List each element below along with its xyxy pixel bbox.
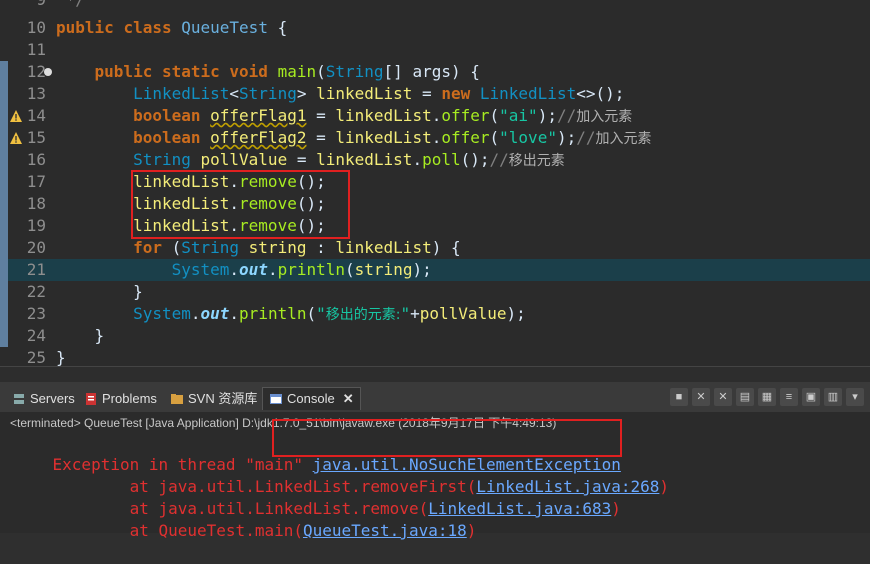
change-marker: [0, 61, 8, 83]
annotation-box: [272, 419, 622, 457]
line-number: 10: [26, 18, 46, 37]
code-text: boolean offerFlag2 = linkedList.offer("l…: [133, 128, 652, 147]
code-text: public class QueueTest {: [56, 18, 288, 37]
code-text: }: [56, 326, 105, 345]
code-line: 16 String pollValue = linkedList.poll();…: [0, 149, 870, 171]
change-marker: [0, 171, 8, 193]
code-line: 12 public static void main(String[] args…: [0, 61, 870, 83]
change-marker: [0, 281, 8, 303]
tab-svn-repositories[interactable]: SVN 资源库: [170, 388, 257, 410]
code-text: public static void main(String[] args) {: [94, 62, 480, 81]
annotation-box: [131, 170, 350, 239]
line-number: 15: [26, 128, 46, 147]
tab-problems[interactable]: Problems: [84, 388, 157, 410]
code-line: 9 */: [0, 0, 870, 11]
servers-icon: [14, 394, 24, 404]
change-marker: [0, 237, 8, 259]
console-icon: [270, 394, 282, 404]
fold-toggle-icon[interactable]: [44, 68, 52, 76]
change-marker: [0, 83, 8, 105]
code-text: System.out.println("移出的元素:"+pollValue);: [133, 304, 526, 323]
change-marker: [0, 149, 8, 171]
line-number: 12: [26, 62, 46, 81]
view-tab-bar: Servers Problems SVN 资源库 Console ✕ ■ ✕ ✕…: [0, 382, 870, 413]
line-number: 17: [26, 172, 46, 191]
source-link[interactable]: QueueTest.java:18: [303, 521, 467, 540]
trace-text: at QueueTest.main(: [52, 521, 303, 540]
open-console-icon[interactable]: ▾: [846, 388, 864, 406]
trace-text: ): [611, 499, 621, 518]
code-text: System.out.println(string);: [171, 260, 432, 279]
tab-label: Servers: [30, 391, 75, 406]
change-marker: [0, 325, 8, 347]
code-line: 25 }: [0, 347, 870, 366]
problems-icon: [86, 393, 96, 405]
line-number: 22: [26, 282, 46, 301]
console-toolbar: ■ ✕ ✕ ▤ ▦ ≡ ▣ ▥ ▾: [670, 388, 864, 406]
change-marker: [0, 259, 8, 281]
change-marker: [0, 303, 8, 325]
current-line-highlight: 21 System.out.println(string);: [0, 259, 870, 281]
terminate-icon[interactable]: ■: [670, 388, 688, 406]
code-text: */: [56, 0, 85, 11]
svn-repository-icon: [171, 394, 183, 404]
pin-console-icon[interactable]: ▣: [802, 388, 820, 406]
code-text: String pollValue = linkedList.poll();//移…: [133, 150, 565, 169]
trace-text: ): [466, 521, 477, 540]
close-icon[interactable]: ✕: [343, 388, 354, 410]
tab-label: Problems: [102, 391, 157, 406]
code-text: for (String string : linkedList) {: [133, 238, 461, 257]
line-number: 16: [26, 150, 46, 169]
code-line: 13 LinkedList<String> linkedList = new L…: [0, 83, 870, 105]
line-number: 25: [26, 348, 46, 366]
code-text: }: [56, 348, 66, 366]
change-marker: [0, 215, 8, 237]
line-number: 18: [26, 194, 46, 213]
code-line: 14 boolean offerFlag1 = linkedList.offer…: [0, 105, 870, 127]
line-number: 23: [26, 304, 46, 323]
line-number: 21: [26, 260, 46, 279]
line-number: 14: [26, 106, 46, 125]
remove-all-terminated-icon[interactable]: ✕: [714, 388, 732, 406]
code-line: 15 boolean offerFlag2 = linkedList.offer…: [0, 127, 870, 149]
line-number: 9: [10, 0, 46, 11]
word-wrap-icon[interactable]: ≡: [780, 388, 798, 406]
tab-console[interactable]: Console ✕: [262, 387, 361, 410]
stack-trace-line: at QueueTest.main(QueueTest.java:18): [14, 498, 477, 564]
code-text: boolean offerFlag1 = linkedList.offer("a…: [133, 106, 633, 125]
change-marker: [0, 127, 8, 149]
line-number: 20: [26, 238, 46, 257]
line-number: 19: [26, 216, 46, 235]
code-line: 10 public class QueueTest {: [0, 17, 870, 39]
code-line: 20 for (String string : linkedList) {: [0, 237, 870, 259]
tab-label: SVN 资源库: [188, 391, 258, 406]
code-text: }: [56, 282, 143, 301]
line-number: 24: [26, 326, 46, 345]
display-selected-console-icon[interactable]: ▥: [824, 388, 842, 406]
tab-label: Console: [287, 391, 335, 406]
panel-splitter[interactable]: [0, 366, 870, 383]
console-output[interactable]: <terminated> QueueTest [Java Application…: [0, 412, 870, 540]
remove-launch-icon[interactable]: ✕: [692, 388, 710, 406]
code-editor[interactable]: 9 */ 10 public class QueueTest { 11 12 p…: [0, 0, 870, 366]
code-text: LinkedList<String> linkedList = new Link…: [133, 84, 625, 103]
change-marker: [0, 193, 8, 215]
line-number: 13: [26, 84, 46, 103]
code-line: 22 }: [0, 281, 870, 303]
code-line: 24 }: [0, 325, 870, 347]
code-line: 11: [0, 39, 870, 61]
trace-text: ): [659, 477, 670, 496]
scroll-lock-icon[interactable]: ▦: [758, 388, 776, 406]
change-marker: [0, 105, 8, 127]
tab-servers[interactable]: Servers: [12, 388, 75, 410]
code-line: 23 System.out.println("移出的元素:"+pollValue…: [0, 303, 870, 325]
line-number: 11: [26, 40, 46, 59]
clear-console-icon[interactable]: ▤: [736, 388, 754, 406]
